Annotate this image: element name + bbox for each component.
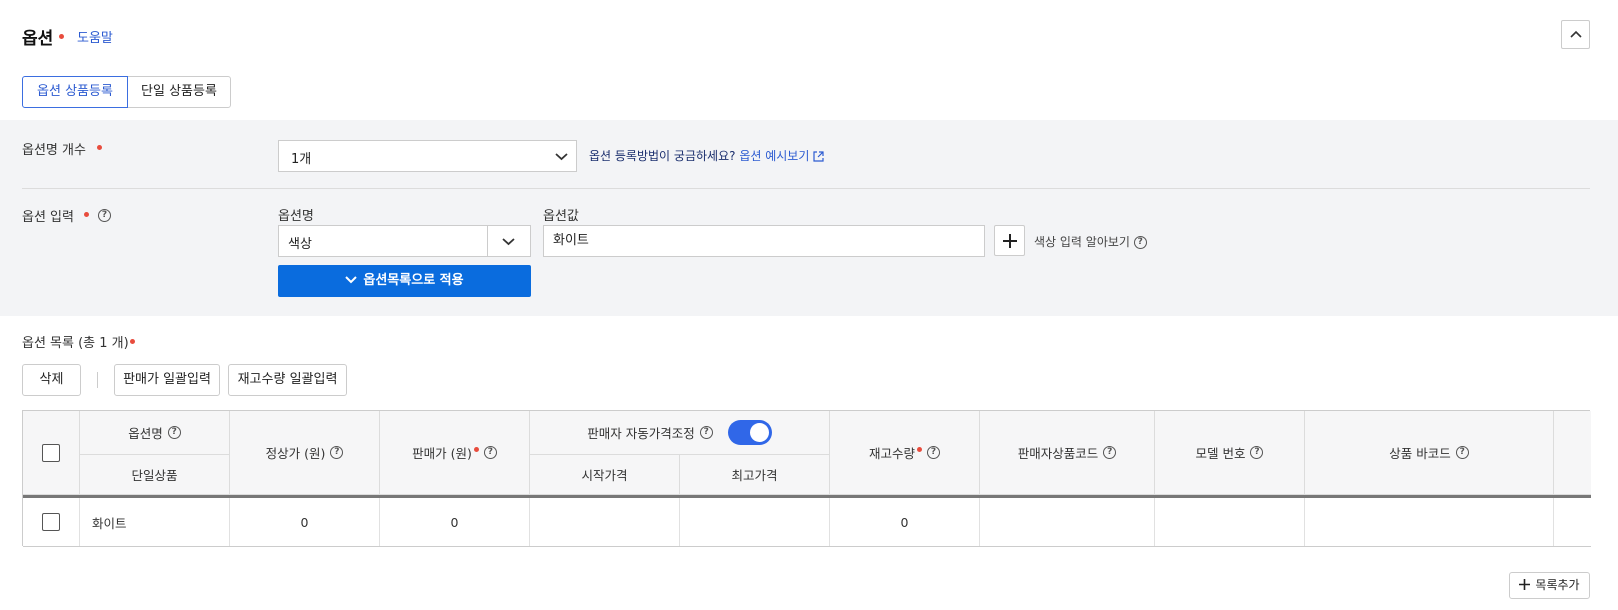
header-barcode-label: 상품 바코드: [1389, 446, 1451, 461]
option-value-label: 옵션값: [543, 209, 579, 224]
help-icon[interactable]: ?: [1250, 446, 1264, 459]
section-title: 옵션: [22, 29, 54, 49]
help-icon[interactable]: ?: [98, 209, 111, 222]
select-separator: [487, 226, 488, 256]
option-count-label: 옵션명 개수: [22, 143, 86, 158]
bulk-price-button[interactable]: 판매가 일괄입력: [114, 364, 220, 396]
plus-icon: [1003, 234, 1017, 248]
panel-divider: [22, 188, 1590, 189]
required-dot: [59, 34, 64, 39]
bulk-stock-button[interactable]: 재고수량 일괄입력: [228, 364, 347, 396]
cell-barcode[interactable]: [1305, 498, 1554, 546]
cell-max-price[interactable]: [680, 498, 830, 546]
help-icon[interactable]: ?: [927, 446, 940, 459]
header-sale-price-label: 판매가 (원): [412, 446, 472, 461]
option-guide: 옵션 등록방법이 궁금하세요? 옵션 예시보기: [589, 147, 824, 164]
option-count-value: 1개: [291, 152, 312, 167]
chevron-down-icon: [502, 238, 515, 246]
header-single-product: 단일상품: [80, 455, 230, 495]
collapse-button[interactable]: [1561, 20, 1590, 49]
toolbar-divider: [97, 372, 98, 388]
chevron-down-icon: [345, 276, 358, 284]
header-option-name-label: 옵션명: [128, 426, 163, 441]
plus-icon: [1519, 579, 1531, 590]
header-start-price: 시작가격: [530, 455, 680, 495]
header-stock: 재고수량?: [830, 411, 980, 495]
toggle-knob: [749, 423, 769, 442]
color-help[interactable]: 색상 입력 알아보기 ?: [1034, 233, 1147, 250]
add-row-button[interactable]: 목록추가: [1509, 572, 1590, 599]
header-auto-price: 판매자 자동가격조정?: [530, 411, 830, 455]
option-name-value: 색상: [288, 237, 312, 252]
cell-sale-price[interactable]: 0: [380, 498, 530, 546]
help-icon[interactable]: ?: [330, 446, 344, 459]
option-value-input[interactable]: 화이트: [543, 225, 985, 257]
header-barcode: 상품 바코드?: [1305, 411, 1554, 495]
help-icon[interactable]: ?: [1103, 446, 1117, 459]
tab-single-product[interactable]: 단일 상품등록: [127, 76, 231, 108]
required-dot: [473, 447, 479, 452]
required-dot: [84, 212, 89, 217]
cell-start-price[interactable]: [530, 498, 680, 546]
option-list-title: 옵션 목록 (총 1 개): [22, 336, 129, 351]
option-count-select[interactable]: 1개: [278, 140, 577, 172]
chevron-down-icon: [555, 153, 568, 161]
header-model-no: 모델 번호?: [1155, 411, 1305, 495]
cell-stock[interactable]: 0: [830, 498, 980, 546]
header-option-name: 옵션명?: [80, 411, 230, 455]
option-input-label: 옵션 입력: [22, 210, 74, 225]
select-all-checkbox[interactable]: [42, 443, 60, 462]
help-icon[interactable]: ?: [167, 426, 181, 439]
cell-model-no[interactable]: [1155, 498, 1305, 546]
option-example-link[interactable]: 옵션 예시보기: [739, 149, 809, 163]
header-regular-price: 정상가 (원)?: [230, 411, 380, 495]
apply-to-list-button[interactable]: 옵션목록으로 적용: [278, 265, 531, 297]
cell-option-name: 화이트: [80, 498, 230, 546]
apply-button-label: 옵션목록으로 적용: [363, 273, 464, 288]
header-max-price-label: 최고가격: [731, 468, 778, 483]
header-auto-price-label: 판매자 자동가격조정: [587, 426, 695, 441]
header-stock-label: 재고수량: [868, 446, 915, 461]
chevron-up-icon: [1570, 30, 1582, 38]
row-divider: [23, 546, 1591, 547]
external-link-icon[interactable]: [813, 151, 824, 162]
help-icon[interactable]: ?: [699, 426, 713, 439]
row-select-cell: [23, 498, 80, 546]
header-max-price: 최고가격: [680, 455, 830, 495]
help-icon[interactable]: ?: [1455, 446, 1469, 459]
header-single-product-label: 단일상품: [131, 468, 178, 483]
header-sale-price: 판매가 (원)?: [380, 411, 530, 495]
header-model-no-label: 모델 번호: [1195, 446, 1246, 461]
required-dot: [917, 447, 922, 452]
add-option-value-button[interactable]: [994, 225, 1025, 256]
option-table: 옵션명? 단일상품 정상가 (원)? 판매가 (원)? 판매자 자동가격조정? …: [22, 410, 1591, 547]
row-checkbox[interactable]: [42, 513, 60, 531]
color-help-text: 색상 입력 알아보기: [1034, 235, 1130, 249]
option-name-label: 옵션명: [278, 209, 314, 224]
tab-option-product[interactable]: 옵션 상품등록: [22, 76, 128, 108]
help-icon[interactable]: ?: [1133, 236, 1147, 249]
help-icon[interactable]: ?: [483, 446, 497, 459]
add-row-label: 목록추가: [1535, 578, 1580, 592]
header-regular-price-label: 정상가 (원): [265, 446, 326, 461]
option-guide-text: 옵션 등록방법이 궁금하세요?: [589, 149, 736, 163]
option-name-select[interactable]: 색상: [278, 225, 531, 257]
required-dot: [97, 145, 102, 150]
header-overflow: [1554, 411, 1591, 495]
auto-price-toggle[interactable]: [727, 420, 772, 445]
cell-regular-price[interactable]: 0: [230, 498, 380, 546]
delete-button[interactable]: 삭제: [22, 364, 81, 396]
header-start-price-label: 시작가격: [581, 468, 628, 483]
header-seller-code-label: 판매자상품코드: [1017, 446, 1099, 461]
required-dot: [130, 339, 135, 344]
cell-seller-code[interactable]: [980, 498, 1155, 546]
cell-overflow: [1554, 498, 1591, 546]
select-all-cell: [23, 411, 80, 495]
help-link[interactable]: 도움말: [77, 27, 113, 46]
header-seller-code: 판매자상품코드?: [980, 411, 1155, 495]
